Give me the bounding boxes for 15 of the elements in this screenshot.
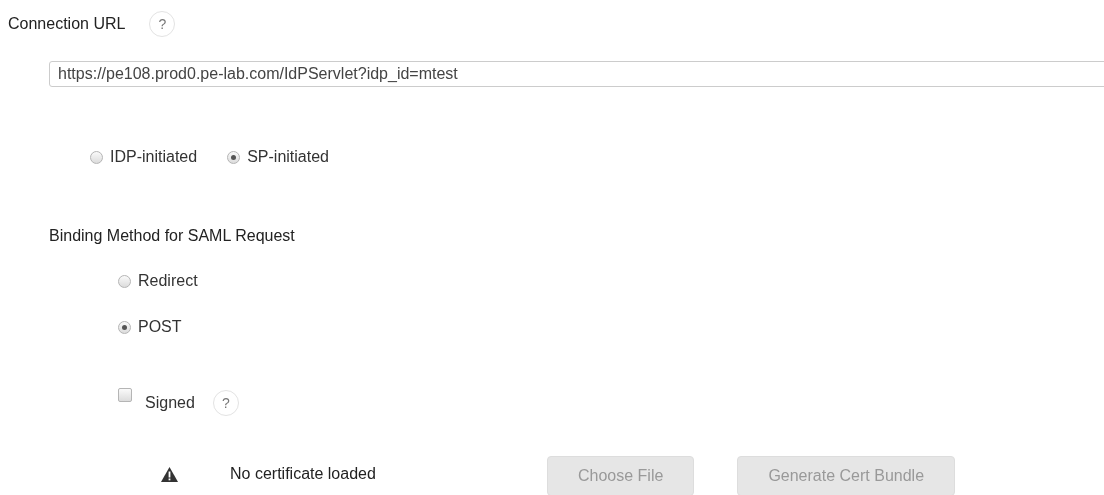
warning-icon <box>161 466 178 482</box>
checkbox-label: Signed <box>145 393 195 413</box>
field-label: Connection URL <box>8 14 126 34</box>
radio-label: Redirect <box>138 271 198 291</box>
url-input-field[interactable]: https://pe108.prod0.pe-lab.com/IdPServlet?idp_id=mtest <box>49 61 1104 87</box>
certificate-status: No certificate loaded <box>230 464 377 484</box>
radio-button[interactable] <box>118 274 131 288</box>
radio-button[interactable] <box>227 150 241 164</box>
section-label: Binding Method for SAML Request <box>49 227 295 244</box>
radio-label: SP-initiated <box>247 147 329 167</box>
radio-label: POST <box>138 317 182 337</box>
radio-button[interactable] <box>90 150 103 164</box>
checkbox[interactable] <box>118 388 132 402</box>
radio-label: IDP-initiated <box>110 147 198 167</box>
radio-button[interactable] <box>118 320 131 334</box>
